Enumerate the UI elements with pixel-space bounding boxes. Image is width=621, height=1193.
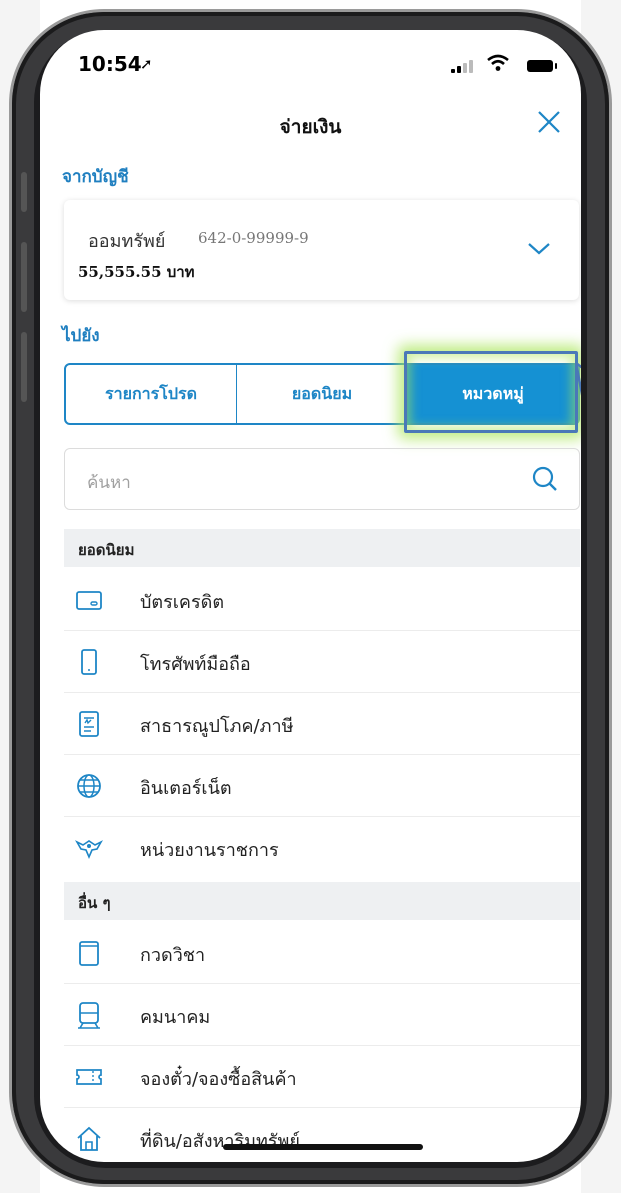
list-item[interactable]: บัตรเครดิต xyxy=(64,569,580,631)
book-icon xyxy=(79,941,99,966)
home-indicator[interactable] xyxy=(223,1144,423,1150)
list-item-label: อินเตอร์เน็ต xyxy=(140,778,232,799)
ticket-icon xyxy=(76,1069,102,1085)
account-selector[interactable]: ออมทรัพย์ 642-0-99999-9 55,555.55 บาท xyxy=(64,200,579,300)
list-item-label: โทรศัพท์มือถือ xyxy=(140,654,251,675)
list-item[interactable]: คมนาคม xyxy=(64,984,580,1046)
list-item[interactable]: หน่วยงานราชการ xyxy=(64,817,580,879)
list-item-label: สาธารณูปโภค/ภาษี xyxy=(140,716,294,737)
page-title: จ่ายเงิน xyxy=(279,116,342,138)
signal-icon xyxy=(451,60,473,73)
list-item-label: กวดวิชา xyxy=(140,945,206,966)
destination-label: ไปยัง xyxy=(62,326,100,346)
group-header-popular: ยอดนิยม xyxy=(64,529,580,567)
list-item-label: หน่วยงานราชการ xyxy=(140,840,279,861)
status-time: 10:54 xyxy=(78,52,142,76)
list-item-label: ที่ดิน/อสังหาริมทรัพย์ xyxy=(140,1131,300,1152)
list-item[interactable]: สาธารณูปโภค/ภาษี xyxy=(64,693,580,755)
list-item-label: คมนาคม xyxy=(140,1007,211,1028)
list-item[interactable]: กวดวิชา xyxy=(64,922,580,984)
battery-icon xyxy=(527,60,557,72)
mute-switch xyxy=(21,172,27,212)
volume-down-button xyxy=(21,332,27,402)
train-icon xyxy=(78,1002,100,1029)
account-number: 642-0-99999-9 xyxy=(198,229,309,247)
search-input[interactable]: ค้นหา xyxy=(64,448,580,510)
account-name: ออมทรัพย์ xyxy=(88,231,166,252)
tab-favorites[interactable]: รายการโปรด xyxy=(66,365,237,423)
group-header-other: อื่น ๆ xyxy=(64,882,580,920)
credit-card-icon xyxy=(76,591,102,610)
list-item[interactable]: จองตั๋ว/จองซื้อสินค้า xyxy=(64,1046,580,1108)
search-icon[interactable] xyxy=(531,465,559,493)
account-balance: 55,555.55 บาท xyxy=(78,263,195,281)
chevron-down-icon[interactable] xyxy=(527,242,551,256)
location-arrow-icon: ➚ xyxy=(140,55,153,73)
utility-bill-icon xyxy=(79,711,99,737)
list-item-label: จองตั๋ว/จองซื้อสินค้า xyxy=(140,1069,297,1090)
list-item[interactable]: โทรศัพท์มือถือ xyxy=(64,631,580,693)
from-account-label: จากบัญชี xyxy=(62,167,129,187)
mobile-phone-icon xyxy=(81,649,97,675)
list-item-label: บัตรเครดิต xyxy=(140,592,225,613)
list-item[interactable]: ที่ดิน/อสังหาริมทรัพย์ xyxy=(64,1108,580,1162)
house-icon xyxy=(77,1126,101,1151)
volume-up-button xyxy=(21,242,27,312)
search-placeholder: ค้นหา xyxy=(87,473,131,493)
status-bar: 10:54 ➚ xyxy=(40,52,581,80)
wifi-icon xyxy=(487,54,509,71)
tab-popular[interactable]: ยอดนิยม xyxy=(237,365,408,423)
government-emblem-icon xyxy=(74,840,104,860)
close-icon[interactable] xyxy=(537,110,561,134)
pointer-arrow-icon xyxy=(575,362,581,396)
highlight-box xyxy=(404,351,578,433)
globe-icon xyxy=(77,774,101,798)
list-item[interactable]: อินเตอร์เน็ต xyxy=(64,755,580,817)
app-screen: 10:54 ➚ จ่ายเงิน จากบัญชี ออมทรัพย์ 642-… xyxy=(40,30,581,1162)
